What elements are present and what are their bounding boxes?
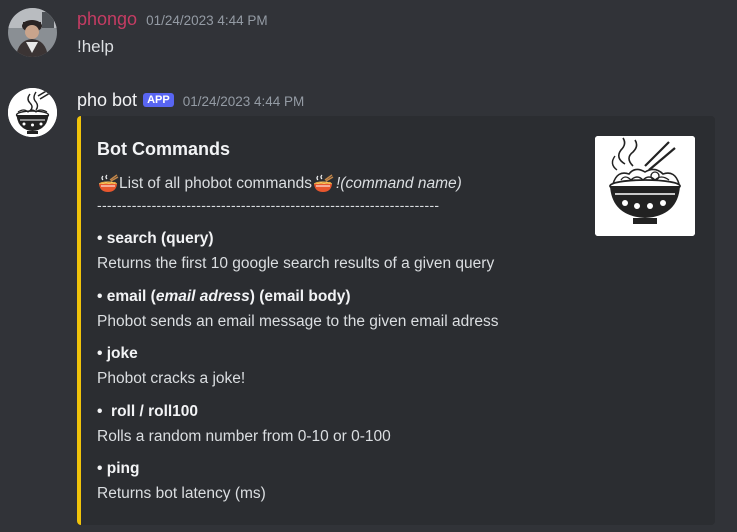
bot-avatar[interactable]	[8, 88, 57, 137]
pho-bowl-icon	[8, 88, 57, 137]
noodle-bowl-emoji-icon	[97, 173, 119, 195]
field-name: • ping	[97, 460, 140, 477]
command-field-joke: • joke Phobot cracks a joke!	[97, 345, 245, 388]
embed-title: Bot Commands	[97, 139, 231, 159]
embed-thumbnail[interactable]	[595, 136, 695, 236]
user-avatar[interactable]	[8, 8, 57, 57]
field-name: • search (query)	[97, 230, 214, 247]
embed-description-text: List of all phobot commands	[119, 175, 312, 192]
command-field-ping: • ping Returns bot latency (ms)	[97, 460, 266, 503]
command-field-email: • email (email adress) (email body) Phob…	[97, 288, 499, 331]
noodle-bowl-emoji-icon	[312, 173, 334, 195]
embed-divider: ----------------------------------------…	[97, 197, 440, 213]
person-avatar-icon	[8, 8, 57, 57]
command-hint: !(command name)	[336, 175, 462, 192]
username[interactable]: phongo	[77, 9, 137, 30]
app-badge: APP	[143, 93, 174, 107]
field-name: • roll / roll100	[97, 403, 199, 420]
field-name-italic: email adress	[155, 288, 250, 305]
field-value: Returns the first 10 google search resul…	[97, 255, 495, 272]
field-value: Phobot sends an email message to the giv…	[97, 313, 499, 330]
field-value: Rolls a random number from 0-10 or 0-100	[97, 428, 391, 445]
field-value: Returns bot latency (ms)	[97, 485, 266, 502]
message-content: !help	[77, 37, 114, 56]
timestamp: 01/24/2023 4:44 PM	[182, 94, 305, 109]
field-value: Phobot cracks a joke!	[97, 370, 246, 387]
bot-username[interactable]: pho bot	[77, 90, 137, 111]
command-field-search: • search (query) Returns the first 10 go…	[97, 230, 494, 273]
command-field-roll: • roll / roll100 Rolls a random number f…	[97, 403, 391, 446]
pho-bowl-icon	[595, 136, 695, 236]
bot-commands-embed: Bot Commands List of all phobot commands	[77, 116, 715, 525]
timestamp: 01/24/2023 4:44 PM	[146, 13, 268, 28]
embed-description: List of all phobot commands !(command na…	[97, 173, 462, 195]
field-name: • joke	[97, 345, 138, 362]
field-name: • email (email adress) (email body)	[97, 288, 351, 305]
